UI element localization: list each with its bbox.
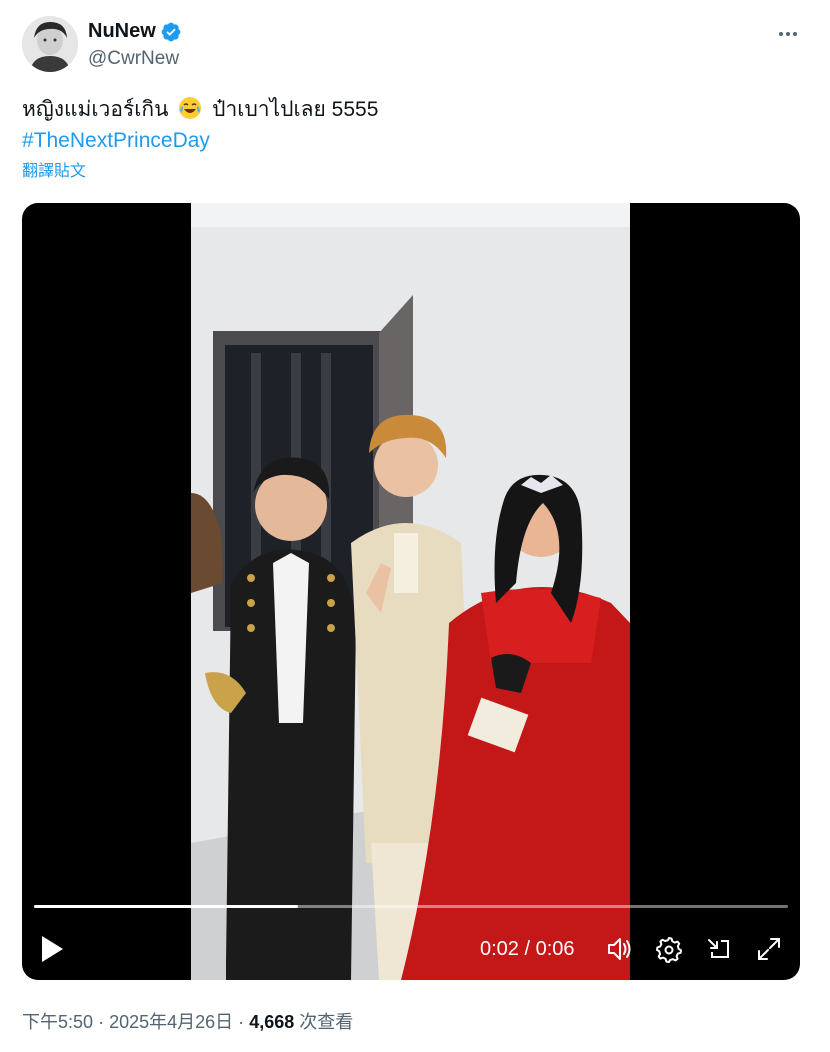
views-count: 4,668 [249,1012,295,1032]
tweet-text-part-1: หญิงแม่เวอร์เกิน [22,98,169,121]
play-icon[interactable] [38,933,66,965]
meta-separator: · [238,1012,245,1032]
video-progress-fill [34,905,298,908]
author-name-row: NuNew [88,20,182,43]
tweet-meta: 下午5:50 · 2025年4月26日 · 4,668 次查看 [22,1008,353,1034]
more-options-icon[interactable] [776,22,800,46]
author-avatar[interactable] [22,16,78,72]
tweet-date[interactable]: 2025年4月26日 [109,1012,233,1032]
settings-gear-icon[interactable] [655,935,683,963]
video-player[interactable]: 0:02 / 0:06 [22,203,800,980]
hashtag-link[interactable]: #TheNextPrinceDay [22,126,210,156]
translate-post-link[interactable]: 翻譯貼文 [22,162,86,182]
video-time-display: 0:02 / 0:06 [480,938,575,961]
meta-separator: · [98,1012,105,1032]
verified-badge-icon [161,22,181,41]
video-time-separator: / [524,938,531,960]
video-current-time: 0:02 [480,938,519,960]
video-duration: 0:06 [535,938,575,960]
volume-icon[interactable] [606,935,634,963]
video-frame [191,203,630,980]
fullscreen-icon[interactable] [755,935,783,963]
views-label: 次查看 [299,1012,354,1032]
tweet-text: หญิงแม่เวอร์เกิน ป๋าเบาไปเลย 5555 [22,94,378,126]
picture-in-picture-icon[interactable] [705,935,733,963]
face-with-tears-of-joy-icon [179,97,202,119]
author-handle[interactable]: @CwrNew [88,48,179,70]
video-still-image [191,203,630,980]
video-progress-bar[interactable] [34,905,788,908]
tweet-header: NuNew @CwrNew [22,16,808,74]
author-display-name[interactable]: NuNew [88,20,156,43]
tweet-text-part-2: ป๋าเบาไปเลย 5555 [212,98,379,121]
tweet-time[interactable]: 下午5:50 [22,1012,93,1032]
